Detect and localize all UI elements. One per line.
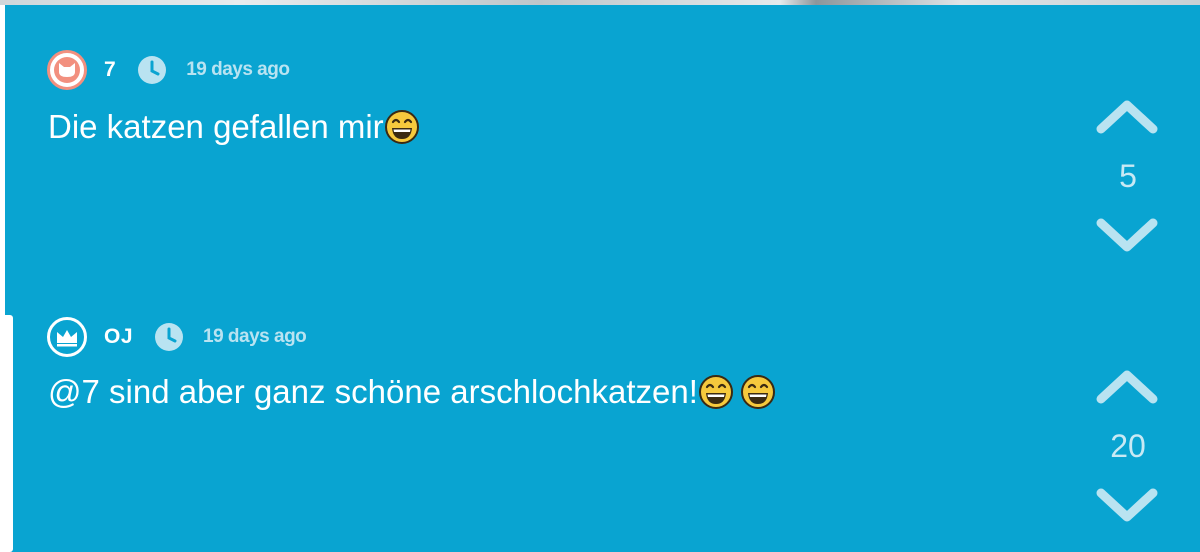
comment-header: 7 19 days ago <box>47 48 290 92</box>
cat-icon <box>59 63 75 77</box>
timestamp: 19 days ago <box>203 326 307 347</box>
user-avatar[interactable] <box>47 50 87 90</box>
clock-icon <box>153 321 185 353</box>
vote-control: 20 <box>1092 367 1162 525</box>
timestamp: 19 days ago <box>186 59 290 80</box>
downvote-chevron-icon[interactable] <box>1095 485 1159 525</box>
upvote-chevron-icon[interactable] <box>1095 367 1159 407</box>
downvote-chevron-icon[interactable] <box>1095 215 1159 255</box>
comment-header: OJ 19 days ago <box>47 315 307 359</box>
laughing-emoji-icon <box>384 110 419 144</box>
vote-control: 5 <box>1092 97 1162 255</box>
laughing-emoji-icon <box>740 375 775 409</box>
comment-text: Die katzen gefallen mir <box>48 108 420 146</box>
comment-text: @7 sind aber ganz schöne arschlochkatzen… <box>48 373 776 411</box>
comment: OJ 19 days ago @7 sind aber ganz schöne … <box>5 275 1200 552</box>
crown-icon <box>57 330 77 347</box>
clock-icon <box>136 54 168 86</box>
laughing-emoji-icon <box>698 375 733 409</box>
comment-body: @7 sind aber ganz schöne arschlochkatzen… <box>48 373 698 410</box>
username[interactable]: 7 <box>104 58 116 82</box>
username[interactable]: OJ <box>104 325 133 349</box>
comment-body: Die katzen gefallen mir <box>48 108 384 145</box>
upvote-chevron-icon[interactable] <box>1095 97 1159 137</box>
vote-count: 20 <box>1110 427 1146 464</box>
user-avatar[interactable] <box>47 317 87 357</box>
comment: 7 19 days ago Die katzen gefallen mir 5 <box>5 5 1200 270</box>
vote-count: 5 <box>1119 157 1137 194</box>
